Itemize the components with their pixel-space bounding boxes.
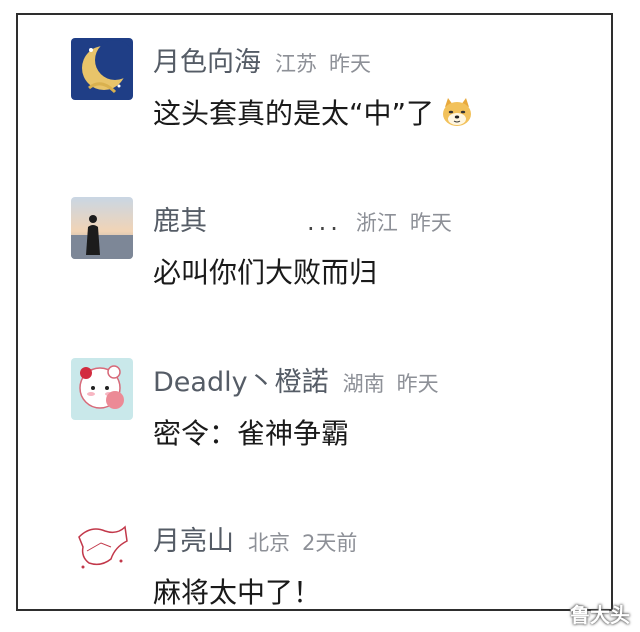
comment-username[interactable]: Deadly丶橙諾 bbox=[153, 360, 329, 399]
comment-text: 这头套真的是太“中”了 bbox=[153, 92, 474, 132]
comment-text-content: 麻将太中了！ bbox=[153, 576, 322, 609]
comment-meta: 鹿其 ... 浙江 昨天 bbox=[153, 199, 452, 239]
comment-location: 湖南 bbox=[342, 372, 385, 396]
comment-location: 北京 bbox=[248, 531, 290, 555]
comment-text-content: 密令：雀神争霸 bbox=[153, 417, 350, 450]
comment-time: 昨天 bbox=[409, 211, 452, 235]
comment-username[interactable]: 月色向海 bbox=[153, 40, 261, 79]
avatar-panda-cartoon[interactable] bbox=[71, 358, 133, 420]
comment-text-content: 这头套真的是太“中”了 bbox=[153, 97, 435, 130]
comment-username[interactable]: 月亮山 bbox=[153, 519, 234, 558]
comment-text: 麻将太中了！ bbox=[153, 571, 321, 611]
comment-text-content: 必叫你们大败而归 bbox=[153, 256, 378, 289]
comment-text: 必叫你们大败而归 bbox=[153, 251, 377, 291]
comment-text: 密令：雀神争霸 bbox=[153, 412, 349, 452]
comment-location: 江苏 bbox=[275, 52, 317, 76]
comment-list: 月色向海 江苏 昨天 这头套真的是太“中”了 鹿其 ... 浙江 昨天 必叫你们… bbox=[16, 13, 613, 611]
avatar-map-sketch[interactable] bbox=[71, 517, 133, 579]
comment-time: 昨天 bbox=[329, 52, 371, 76]
name-ellipsis: ... bbox=[307, 208, 342, 236]
comment-meta: 月亮山 北京 2天前 bbox=[153, 519, 357, 559]
comment-time: 2天前 bbox=[302, 531, 358, 555]
avatar-person-lake[interactable] bbox=[71, 197, 133, 259]
comment-meta: 月色向海 江苏 昨天 bbox=[153, 40, 371, 80]
comment-meta: Deadly丶橙諾 湖南 昨天 bbox=[153, 360, 439, 400]
comment-username[interactable]: 鹿其 bbox=[153, 199, 207, 238]
watermark: 鲁大头 bbox=[570, 603, 630, 627]
avatar-moon[interactable] bbox=[71, 38, 133, 100]
comment-time: 昨天 bbox=[396, 372, 439, 396]
doge-emoji-icon bbox=[443, 98, 472, 126]
comment-location: 浙江 bbox=[355, 211, 398, 235]
